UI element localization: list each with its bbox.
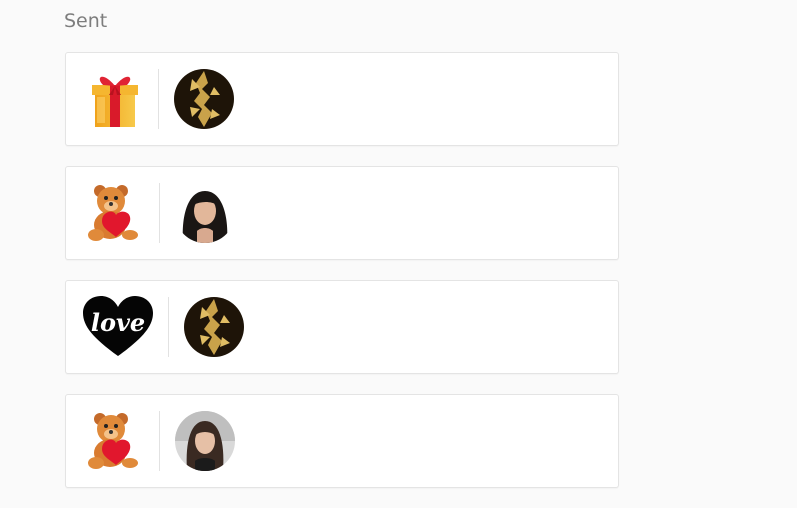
woman-dark-hair-avatar[interactable] [175, 183, 235, 243]
teddy-bear-heart-icon [84, 182, 146, 244]
sent-gift-card[interactable]: love [65, 280, 619, 374]
divider [168, 297, 169, 357]
gift-box-icon [84, 68, 146, 130]
sent-gift-card[interactable] [65, 52, 619, 146]
gold-foliage-avatar[interactable] [174, 69, 234, 129]
section-title: Sent [64, 10, 108, 32]
sent-gift-list: love [65, 52, 619, 508]
sent-gift-card[interactable] [65, 394, 619, 488]
divider [158, 69, 159, 129]
sent-gift-card[interactable] [65, 166, 619, 260]
woman-long-hair-avatar[interactable] [175, 411, 235, 471]
gold-foliage-avatar[interactable] [184, 297, 244, 357]
divider [159, 411, 160, 471]
divider [159, 183, 160, 243]
love-heart-text: love [91, 308, 145, 337]
teddy-bear-heart-icon [84, 410, 146, 472]
love-heart-icon: love [83, 296, 153, 358]
